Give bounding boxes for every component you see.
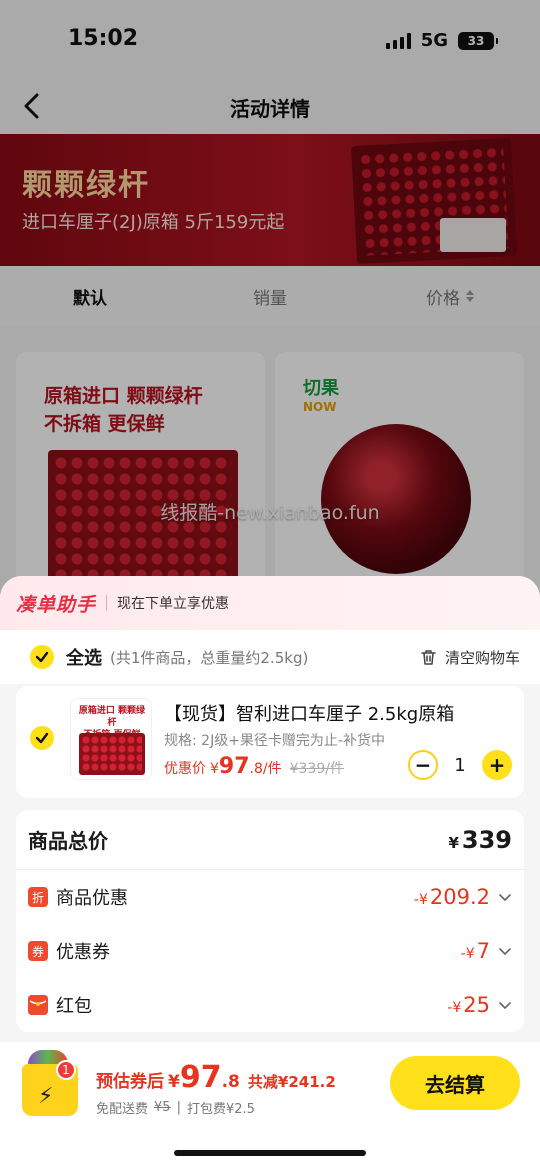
row-label: 红包 — [56, 996, 92, 1017]
price-integer: 97 — [218, 754, 250, 779]
currency: ¥ — [168, 1072, 180, 1092]
trash-icon — [421, 649, 436, 665]
total-amount: 339 — [461, 825, 512, 854]
cart-item: 原箱进口 颗颗绿杆 不拆箱 更保鲜 【现货】智利进口车厘子 2.5kg原箱 规格… — [16, 686, 524, 798]
chevron-down-icon — [499, 894, 511, 901]
coupon-icon: 券 — [28, 941, 48, 961]
select-all-label[interactable]: 全选 — [66, 644, 102, 670]
price-decimal: .8/件 — [249, 761, 282, 777]
total-price-row: 商品总价 ¥339 — [16, 810, 524, 870]
currency: ¥ — [448, 833, 459, 852]
estimate-label: 预估券后 — [96, 1072, 164, 1092]
row-label: 商品优惠 — [56, 888, 128, 909]
prefix: -¥ — [447, 1000, 462, 1016]
price-currency: ¥ — [210, 761, 219, 777]
select-all-row: 全选 (共1件商品，总重量约2.5kg) 清空购物车 — [0, 630, 540, 684]
row-value: -¥ 209.2 — [414, 885, 490, 909]
price-summary: 商品总价 ¥339 折 商品优惠 -¥ 209.2 券 优惠券 -¥ 7 红包 -¥… — [16, 810, 524, 1032]
row-label: 优惠券 — [56, 942, 110, 963]
cherry-box-image — [79, 733, 145, 775]
item-title[interactable]: 【现货】智利进口车厘子 2.5kg原箱 — [164, 700, 504, 726]
chevron-down-icon — [499, 1002, 511, 1009]
helper-bar: 凑单助手 现在下单立享优惠 — [0, 576, 540, 630]
product-discount-row[interactable]: 折 商品优惠 -¥ 209.2 — [16, 870, 524, 924]
clear-cart-button[interactable]: 清空购物车 — [420, 647, 520, 668]
quantity-value: 1 — [454, 754, 466, 776]
home-indicator[interactable] — [174, 1150, 366, 1156]
red-packet-icon — [28, 995, 48, 1015]
total-savings: 共减¥241.2 — [247, 1073, 336, 1091]
lightning-icon: ⚡ — [38, 1084, 54, 1109]
cart-summary-meta: (共1件商品，总重量约2.5kg) — [110, 648, 309, 667]
cart-count-badge: 1 — [56, 1060, 76, 1080]
checkout-button[interactable]: 去结算 — [390, 1056, 520, 1110]
cart-sheet: 凑单助手 现在下单立享优惠 全选 (共1件商品，总重量约2.5kg) 清空购物车… — [0, 576, 540, 1170]
chevron-down-icon — [499, 948, 511, 955]
original-delivery-fee: ¥5 — [154, 1100, 171, 1115]
original-price: ¥339/件 — [289, 761, 344, 777]
fee-separator: | — [176, 1100, 181, 1115]
free-delivery: 免配送费 — [96, 1102, 149, 1117]
total-price-label: 商品总价 — [28, 829, 108, 853]
shopping-bag-icon[interactable]: ⚡ 1 — [20, 1050, 80, 1116]
amount: 209.2 — [429, 885, 490, 909]
prefix: -¥ — [460, 946, 475, 962]
estimate-decimal: .8 — [221, 1072, 240, 1092]
packing-fee: 打包费¥2.5 — [186, 1102, 255, 1117]
divider — [106, 595, 108, 611]
amount: 25 — [463, 993, 490, 1017]
check-icon — [35, 651, 49, 663]
row-value: -¥ 25 — [447, 993, 490, 1017]
helper-text: 现在下单立享优惠 — [117, 596, 230, 612]
check-icon — [35, 732, 49, 744]
discount-icon: 折 — [28, 887, 48, 907]
estimated-total: 预估券后 ¥ 97 .8 共减¥241.2 — [96, 1060, 336, 1095]
prefix: -¥ — [413, 892, 428, 908]
select-all-checkbox[interactable] — [30, 645, 54, 669]
amount: 7 — [476, 939, 490, 963]
item-checkbox[interactable] — [30, 726, 54, 750]
red-packet-row[interactable]: 红包 -¥ 25 — [16, 978, 524, 1032]
thumb-line: 原箱进口 颗颗绿杆 — [78, 706, 146, 728]
helper-logo: 凑单助手 — [16, 593, 97, 616]
quantity-stepper: − 1 + — [408, 750, 512, 780]
coupon-row[interactable]: 券 优惠券 -¥ 7 — [16, 924, 524, 978]
item-thumbnail[interactable]: 原箱进口 颗颗绿杆 不拆箱 更保鲜 — [70, 698, 152, 780]
fee-line: 免配送费 ¥5 | 打包费¥2.5 — [96, 1098, 255, 1117]
clear-cart-label: 清空购物车 — [444, 648, 520, 667]
increase-button[interactable]: + — [482, 750, 512, 780]
estimate-integer: 97 — [179, 1060, 222, 1095]
item-price: 优惠价 ¥ 97 .8/件 ¥339/件 — [164, 754, 344, 779]
total-price-value: ¥339 — [448, 826, 512, 854]
price-label: 优惠价 — [164, 761, 206, 777]
row-value: -¥ 7 — [461, 939, 490, 963]
decrease-button[interactable]: − — [408, 750, 438, 780]
item-spec: 规格: 2J级+果径卡赠完为止-补货中 — [164, 733, 385, 749]
checkout-bar: ⚡ 1 预估券后 ¥ 97 .8 共减¥241.2 免配送费 ¥5 | 打包费¥… — [0, 1042, 540, 1170]
